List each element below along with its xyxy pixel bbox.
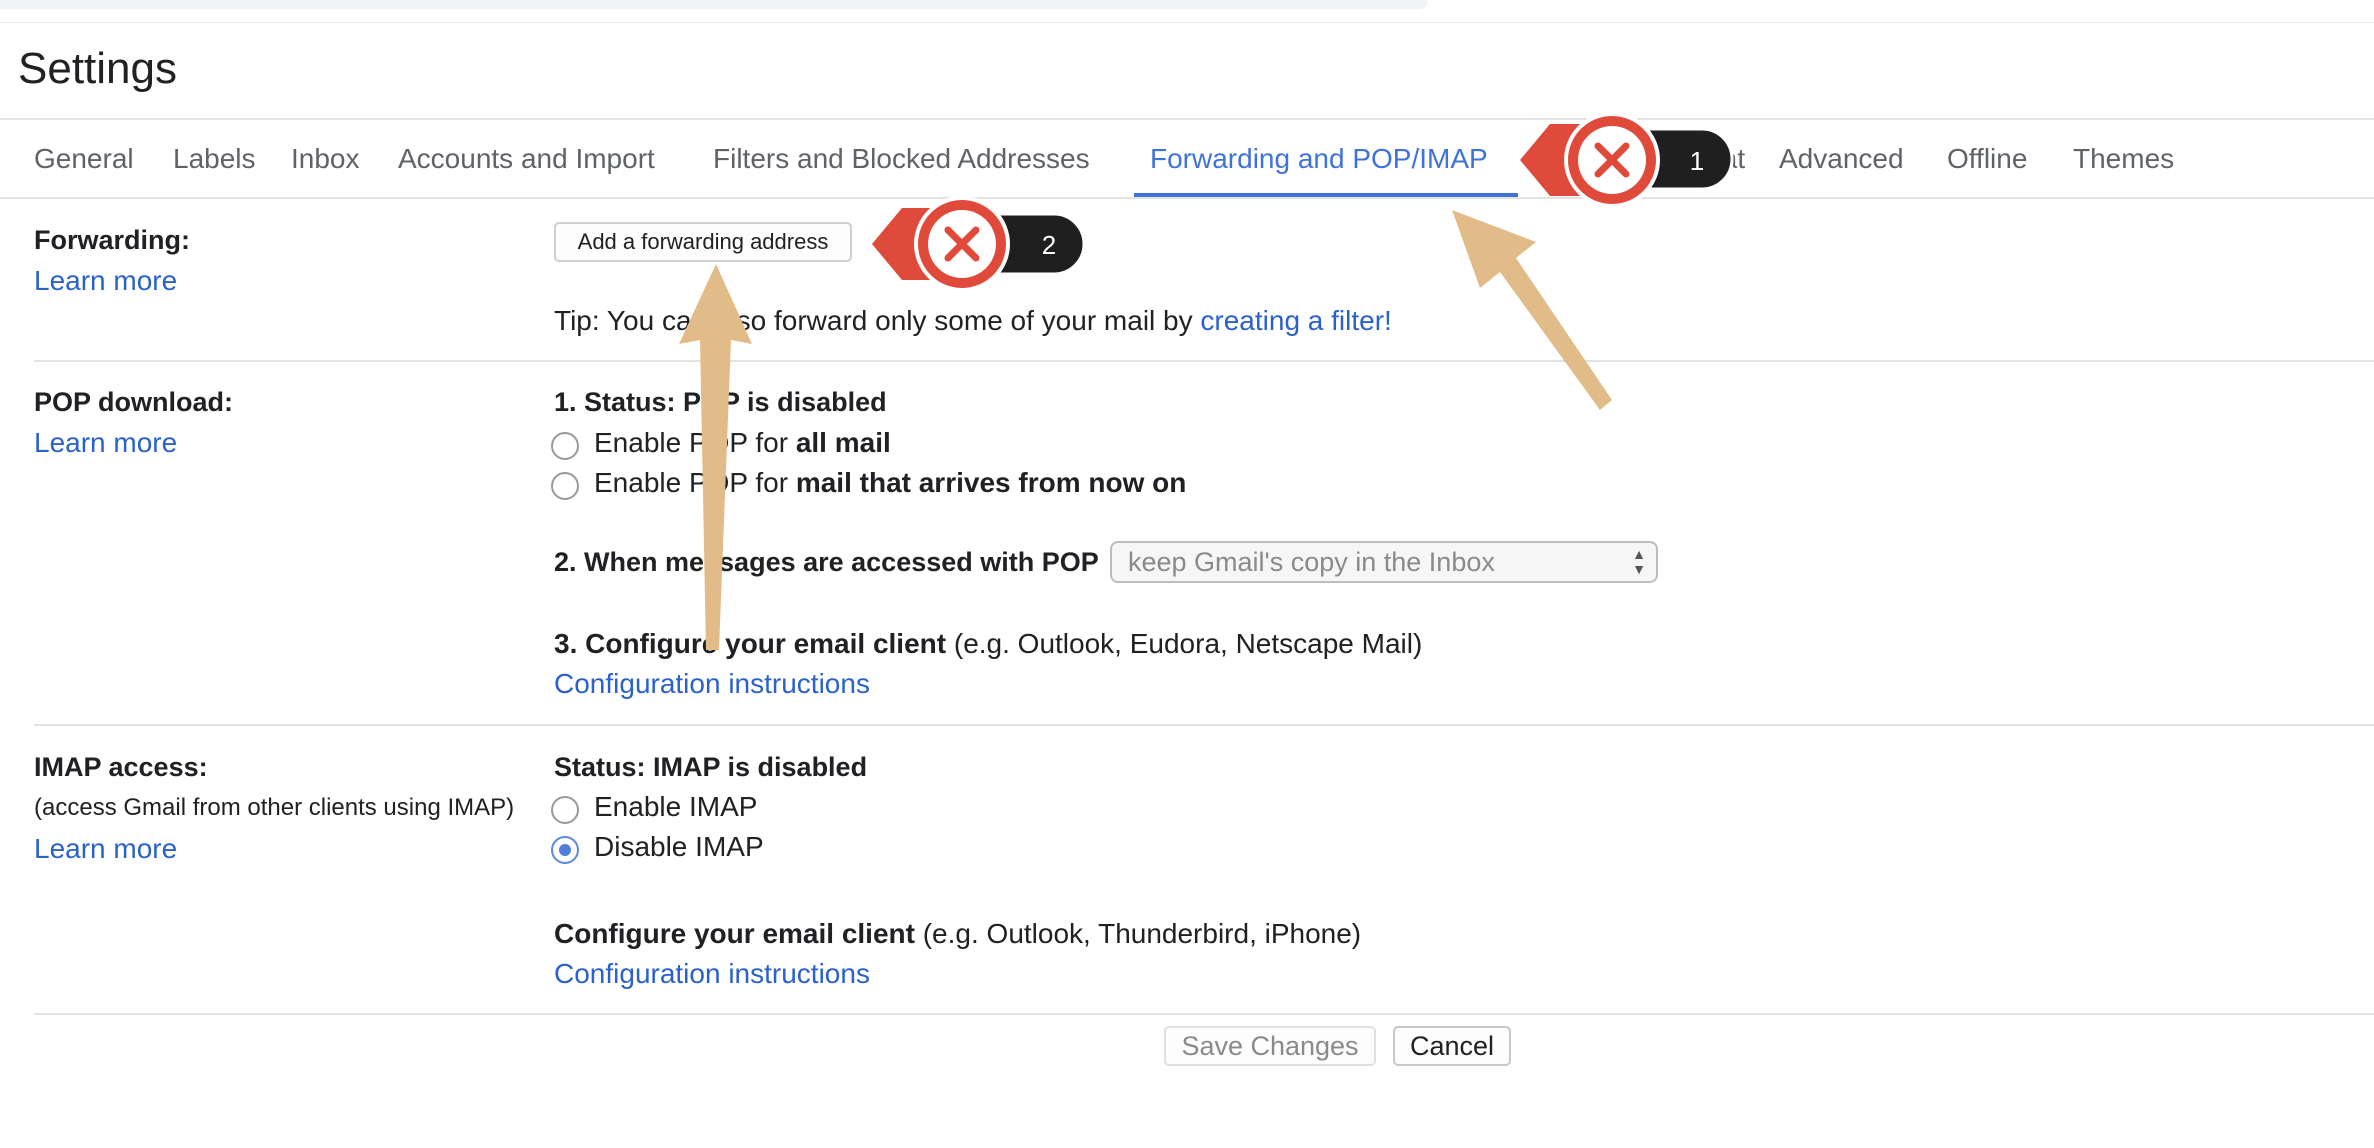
divider — [0, 197, 2374, 199]
page-title: Settings — [18, 44, 177, 93]
tab-accounts-and-import[interactable]: Accounts and Import — [398, 143, 655, 175]
annotation-arrow-1 — [1452, 210, 1612, 410]
disable-imap-label: Disable IMAP — [594, 831, 764, 862]
pop-option2-prefix: Enable POP for — [594, 467, 796, 498]
imap-status: Status: IMAP is disabled — [554, 752, 868, 782]
enable-imap-radio[interactable] — [551, 796, 579, 824]
forwarding-label: Forwarding: — [34, 225, 190, 255]
divider — [34, 1013, 2374, 1015]
pop-action-value: keep Gmail's copy in the Inbox — [1128, 546, 1495, 577]
annotation-marker-2 — [872, 196, 1086, 292]
forwarding-learn-more-link[interactable]: Learn more — [34, 265, 177, 297]
imap-sublabel: (access Gmail from other clients using I… — [34, 794, 515, 821]
tab-offline[interactable]: Offline — [1947, 143, 2027, 175]
pop-all-mail-radio[interactable] — [551, 432, 579, 460]
tab-general[interactable]: General — [34, 143, 134, 175]
tab-inbox[interactable]: Inbox — [291, 143, 360, 175]
divider — [0, 118, 2374, 120]
tab-themes[interactable]: Themes — [2073, 143, 2174, 175]
annotation-badge-2: 2 — [1042, 230, 1056, 260]
pop-learn-more-link[interactable]: Learn more — [34, 427, 177, 459]
pop-from-now-label: Enable POP for mail that arrives from no… — [594, 467, 1186, 499]
imap-configure-client: Configure your email client (e.g. Outloo… — [554, 918, 1361, 950]
creating-filter-link[interactable]: creating a filter! — [1200, 305, 1391, 336]
save-changes-button[interactable]: Save Changes — [1164, 1026, 1376, 1066]
pop-configure-bold: 3. Configure your email client — [554, 628, 947, 659]
enable-imap-label: Enable IMAP — [594, 791, 758, 822]
tab-filters[interactable]: Filters and Blocked Addresses — [713, 143, 1090, 175]
cancel-button[interactable]: Cancel — [1393, 1026, 1511, 1066]
pop-config-instructions-link[interactable]: Configuration instructions — [554, 668, 870, 700]
imap-learn-more-link[interactable]: Learn more — [34, 833, 177, 865]
pop-option2-bold: mail that arrives from now on — [795, 467, 1187, 498]
pop-option1-prefix: Enable POP for — [594, 427, 796, 458]
pop-configure-client: 3. Configure your email client (e.g. Out… — [554, 628, 1422, 660]
pop-when-accessed-label: 2. When messages are accessed with POP — [554, 547, 1099, 577]
tab-labels[interactable]: Labels — [173, 143, 256, 175]
search-bar-edge — [0, 0, 1428, 9]
pop-all-mail-label: Enable POP for all mail — [594, 427, 891, 459]
add-forwarding-address-button[interactable]: Add a forwarding address — [554, 222, 852, 262]
forwarding-tip: Tip: You can also forward only some of y… — [554, 305, 1392, 337]
select-arrows-icon: ▲ ▼ — [1632, 546, 1646, 577]
pop-from-now-radio[interactable] — [551, 472, 579, 500]
tab-forwarding-pop-imap[interactable]: Forwarding and POP/IMAP — [1150, 143, 1488, 175]
divider — [34, 360, 2374, 362]
pop-configure-rest: (e.g. Outlook, Eudora, Netscape Mail) — [946, 628, 1423, 659]
imap-label: IMAP access: — [34, 752, 208, 782]
pop-label: POP download: — [34, 387, 234, 417]
tip-text: Tip: You can also forward only some of y… — [554, 305, 1201, 336]
divider — [0, 22, 2374, 23]
tab-advanced[interactable]: Advanced — [1779, 143, 1904, 175]
disable-imap-radio[interactable] — [551, 836, 579, 864]
divider — [34, 724, 2374, 726]
pop-status: 1. Status: POP is disabled — [554, 387, 887, 417]
imap-configure-bold: Configure your email client — [554, 918, 915, 949]
pop-option1-bold: all mail — [795, 427, 891, 458]
imap-configure-rest: (e.g. Outlook, Thunderbird, iPhone) — [914, 918, 1362, 949]
pop-action-select[interactable]: keep Gmail's copy in the Inbox ▲ ▼ — [1110, 541, 1658, 583]
imap-config-instructions-link[interactable]: Configuration instructions — [554, 958, 870, 990]
tab-chat[interactable]: Chat — [1686, 143, 1745, 175]
